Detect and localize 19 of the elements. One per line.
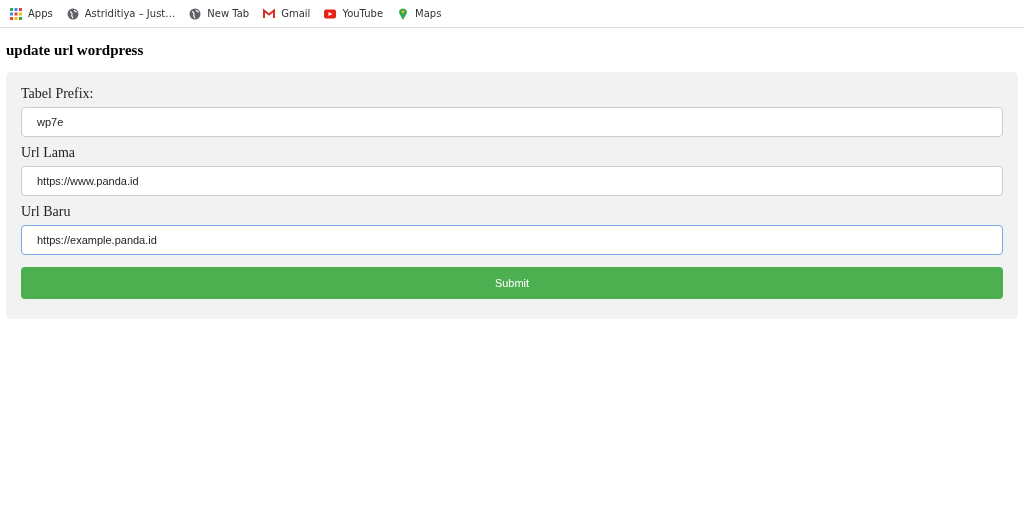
field-label: Url Baru (21, 204, 72, 220)
bookmark-link[interactable]: New Tab (189, 7, 250, 20)
mail-icon (263, 7, 276, 20)
field-label: Url Lama (21, 145, 77, 161)
bookmark-link[interactable]: YouTube (324, 7, 384, 20)
globe-icon (189, 7, 202, 20)
bookmark-link[interactable]: Apps (10, 7, 53, 20)
text-field[interactable]: https://example.panda.id (21, 225, 1003, 255)
page-heading: update url wordpress (6, 42, 145, 59)
bookmark-link[interactable]: Gmail (263, 7, 311, 20)
bookmark-link[interactable]: Maps (397, 7, 442, 20)
map-pin-icon (397, 7, 410, 20)
play-icon (324, 7, 337, 20)
globe-icon (66, 7, 79, 20)
grid-icon (10, 7, 22, 20)
text-field[interactable]: wp7e (21, 107, 1003, 137)
bookmark-link[interactable]: Astriditiya – Just… (66, 7, 176, 20)
text-field[interactable]: https://www.panda.id (21, 166, 1003, 196)
field-label: Tabel Prefix: (21, 86, 95, 102)
